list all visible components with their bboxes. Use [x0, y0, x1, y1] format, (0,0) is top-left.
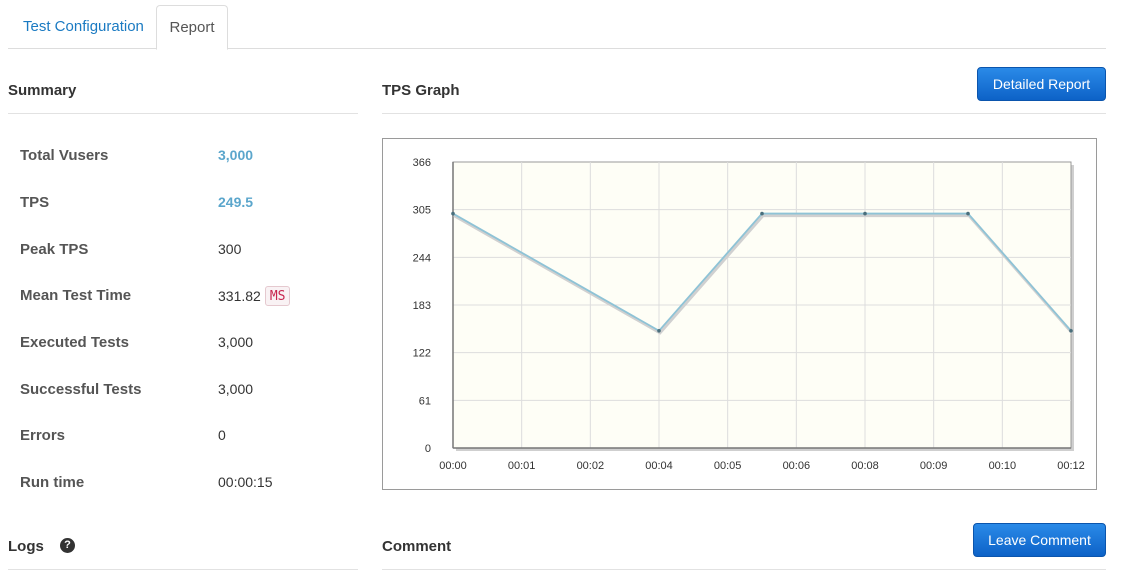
unit-badge: MS — [264, 286, 291, 306]
y-tick-label: 183 — [413, 300, 431, 312]
summary-label: TPS — [20, 194, 50, 211]
logs-divider — [8, 569, 358, 570]
comment-divider — [382, 569, 1106, 570]
x-tick-label: 00:05 — [714, 460, 742, 472]
question-circle-icon[interactable]: ? — [60, 538, 75, 553]
summary-row-peak-tps: Peak TPS 300 — [20, 241, 350, 265]
tps-graph-title: TPS Graph — [382, 82, 460, 99]
x-tick-label: 00:04 — [645, 460, 673, 472]
tab-bar: Test Configuration Report — [8, 5, 1106, 50]
tps-graph-container: 00:00 00:01 00:02 00:04 00:05 00:06 00:08 00:09… — [382, 138, 1097, 490]
summary-row-successful-tests: Successful Tests 3,000 — [20, 381, 350, 405]
logs-title: Logs — [8, 538, 44, 555]
summary-label: Errors — [20, 427, 66, 444]
x-tick-label: 00:06 — [783, 460, 811, 472]
summary-row-total-vusers: Total Vusers 3,000 — [20, 147, 350, 171]
data-point — [966, 211, 970, 216]
summary-label: Successful Tests — [20, 381, 142, 398]
summary-label: Total Vusers — [20, 147, 109, 164]
x-tick-label: 00:10 — [989, 460, 1017, 472]
data-point — [1069, 328, 1073, 333]
summary-label: Executed Tests — [20, 334, 129, 351]
tps-chart: 00:00 00:01 00:02 00:04 00:05 00:06 00:08 00:09… — [413, 157, 1085, 472]
tps-value[interactable]: 249.5 — [218, 194, 253, 210]
x-tick-label: 00:08 — [851, 460, 879, 472]
summary-label: Peak TPS — [20, 241, 89, 258]
x-tick-label: 00:00 — [439, 460, 467, 472]
x-tick-label: 00:09 — [920, 460, 948, 472]
x-tick-label: 00:12 — [1057, 460, 1085, 472]
y-tick-label: 61 — [419, 395, 431, 407]
graph-divider — [382, 113, 1106, 114]
summary-row-run-time: Run time 00:00:15 — [20, 474, 350, 498]
successful-tests-value: 3,000 — [218, 381, 254, 397]
tab-report[interactable]: Report — [156, 5, 228, 50]
x-tick-label: 00:01 — [508, 460, 536, 472]
comment-title: Comment — [382, 538, 452, 555]
detailed-report-button[interactable]: Detailed Report — [977, 67, 1106, 101]
y-tick-label: 305 — [413, 205, 431, 217]
summary-title: Summary — [8, 82, 77, 99]
data-point — [657, 328, 661, 333]
y-tick-label: 366 — [413, 157, 431, 169]
executed-tests-value: 3,000 — [218, 334, 254, 350]
mean-test-time-value-wrap: 331.82 MS — [218, 286, 291, 307]
leave-comment-button[interactable]: Leave Comment — [973, 523, 1106, 557]
summary-label: Mean Test Time — [20, 287, 132, 304]
summary-divider — [8, 113, 358, 114]
run-time-value: 00:00:15 — [218, 474, 273, 490]
data-point — [451, 211, 455, 216]
total-vusers-value[interactable]: 3,000 — [218, 147, 253, 163]
summary-row-errors: Errors 0 — [20, 427, 350, 451]
y-tick-label: 122 — [413, 348, 431, 360]
summary-row-tps: TPS 249.5 — [20, 194, 350, 218]
tab-test-configuration[interactable]: Test Configuration — [8, 5, 159, 49]
data-point — [863, 211, 867, 216]
data-point — [760, 211, 764, 216]
x-tick-label: 00:02 — [577, 460, 605, 472]
summary-row-mean-test-time: Mean Test Time 331.82 MS — [20, 286, 350, 311]
y-tick-label: 244 — [413, 252, 431, 264]
peak-tps-value: 300 — [218, 241, 242, 257]
y-tick-label: 0 — [425, 443, 431, 455]
summary-row-executed-tests: Executed Tests 3,000 — [20, 334, 350, 358]
mean-test-time-value: 331.82 — [218, 288, 261, 304]
errors-value: 0 — [218, 427, 226, 443]
summary-label: Run time — [20, 474, 85, 491]
